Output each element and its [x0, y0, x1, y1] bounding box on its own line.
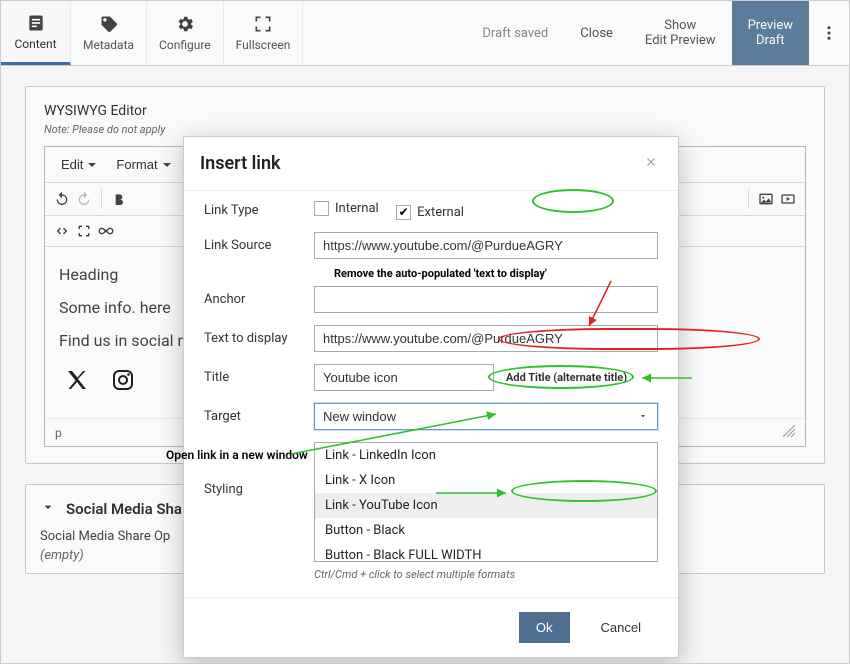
styling-option-linkedin[interactable]: Link - LinkedIn Icon: [315, 443, 657, 468]
checkbox-icon: [314, 201, 329, 216]
input-anchor[interactable]: [314, 286, 658, 313]
cancel-button[interactable]: Cancel: [584, 612, 658, 643]
label-styling: Styling: [204, 442, 314, 497]
annotation-add-title: Add Title (alternate title): [506, 371, 627, 384]
modal-title: Insert link: [200, 153, 281, 174]
insert-link-modal: Insert link Link Type Internal External: [183, 136, 679, 658]
ok-button[interactable]: Ok: [519, 612, 570, 643]
styling-option-x[interactable]: Link - X Icon: [315, 468, 657, 493]
label-target: Target: [204, 409, 314, 424]
styling-helper-text: Ctrl/Cmd + click to select multiple form…: [314, 568, 658, 581]
modal-close-button[interactable]: [640, 149, 662, 178]
input-title[interactable]: [314, 364, 494, 391]
styling-option-button-black-full[interactable]: Button - Black FULL WIDTH: [315, 543, 657, 562]
label-link-type: Link Type: [204, 203, 314, 218]
checkbox-internal[interactable]: Internal: [314, 201, 379, 216]
annotation-remove-text: Remove the auto-populated 'text to displ…: [334, 267, 658, 280]
label-text-to-display: Text to display: [204, 331, 314, 346]
input-text-to-display[interactable]: [314, 325, 658, 352]
checkbox-external[interactable]: External: [396, 205, 464, 220]
label-title: Title: [204, 370, 314, 385]
styling-option-button-black[interactable]: Button - Black: [315, 518, 657, 543]
styling-option-youtube[interactable]: Link - YouTube Icon: [315, 493, 657, 518]
close-icon: [644, 155, 658, 169]
input-link-source[interactable]: [314, 232, 658, 259]
select-target[interactable]: [314, 403, 658, 430]
checkbox-checked-icon: [396, 205, 411, 220]
label-anchor: Anchor: [204, 292, 314, 307]
label-link-source: Link Source: [204, 238, 314, 253]
listbox-styling[interactable]: Link - LinkedIn Icon Link - X Icon Link …: [314, 442, 658, 562]
